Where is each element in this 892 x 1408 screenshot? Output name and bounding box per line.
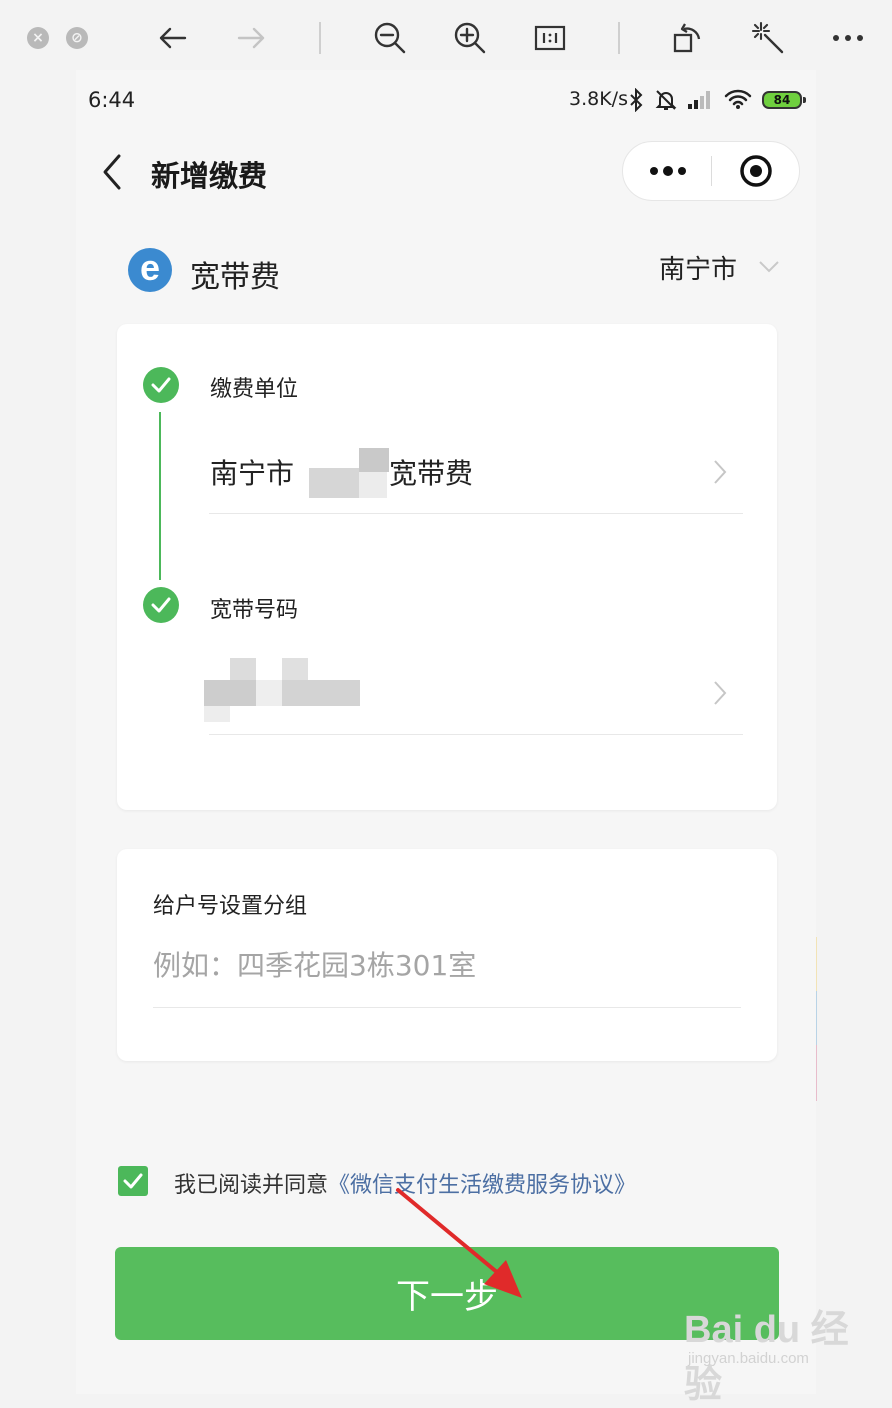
- check-circle-icon: [143, 587, 179, 623]
- payment-unit-suffix: 宽带费: [389, 457, 474, 490]
- redacted-block: [256, 680, 282, 706]
- redacted-block: [359, 472, 387, 498]
- agreement-checkbox[interactable]: [118, 1166, 148, 1196]
- target-circle-icon: [739, 155, 772, 187]
- redacted-block: [359, 448, 389, 472]
- redacted-block: [282, 658, 308, 680]
- divider-line: [209, 734, 743, 735]
- zoom-out-icon[interactable]: [370, 20, 410, 56]
- group-title: 给户号设置分组: [153, 894, 308, 919]
- mute-bell-icon: [654, 88, 678, 116]
- minimize-icon[interactable]: ⊘: [66, 27, 88, 49]
- chevron-right-icon: [713, 459, 727, 489]
- zoom-in-icon[interactable]: [450, 20, 490, 56]
- close-mini-program-button[interactable]: [712, 142, 799, 200]
- chevron-down-icon[interactable]: [758, 259, 780, 278]
- step-connector-line: [159, 412, 161, 580]
- checkmark-icon: [123, 1173, 143, 1189]
- back-button[interactable]: [98, 150, 128, 194]
- watermark-url: jingyan.baidu.com: [688, 1350, 809, 1367]
- more-dots-icon: [649, 166, 686, 176]
- broadband-e-icon: e: [128, 248, 172, 292]
- redacted-block: [204, 680, 256, 706]
- redacted-block: [204, 706, 230, 722]
- status-time: 6:44: [88, 88, 136, 112]
- actual-size-icon[interactable]: [530, 20, 570, 56]
- check-circle-icon: [143, 367, 179, 403]
- divider-line: [209, 513, 743, 514]
- redacted-block: [309, 468, 359, 498]
- back-arrow-icon[interactable]: [152, 20, 192, 56]
- redacted-block: [230, 658, 256, 680]
- rotate-icon[interactable]: [668, 20, 708, 56]
- page-title: 新增缴费: [151, 159, 268, 193]
- image-viewer-toolbar: × ⊘: [0, 0, 892, 78]
- mini-program-capsule: [622, 141, 800, 201]
- agreement-prefix: 我已阅读并同意: [174, 1173, 329, 1198]
- forward-arrow-icon[interactable]: [232, 20, 272, 56]
- chevron-left-icon: [103, 154, 121, 190]
- phone-screen: 6:44 3.8K/s 84 新增缴费 e 宽带费 南宁市 缴费单位 南宁市 宽…: [76, 70, 816, 1394]
- payment-unit-label: 缴费单位: [210, 377, 299, 402]
- toolbar-divider: [319, 22, 321, 54]
- payment-unit-prefix: 南宁市: [210, 457, 295, 490]
- divider-line: [153, 1007, 741, 1008]
- baidu-jingyan-watermark: Bai du 经验 jingyan.baidu.com: [684, 1296, 874, 1406]
- navigation-bar: 新增缴费: [76, 132, 816, 212]
- payment-info-card: 缴费单位 南宁市 宽带费 宽带号码: [117, 324, 777, 810]
- more-icon[interactable]: [828, 20, 868, 56]
- status-bar: 6:44 3.8K/s 84: [76, 70, 816, 132]
- group-card: 给户号设置分组: [117, 849, 777, 1061]
- magic-wand-icon[interactable]: [748, 20, 788, 56]
- service-name: 宽带费: [190, 260, 280, 295]
- signal-icon: [687, 88, 713, 114]
- network-speed: 3.8K/s: [569, 88, 628, 110]
- red-arrow-annotation: [396, 1188, 522, 1298]
- chevron-right-icon: [713, 680, 727, 710]
- city-select[interactable]: 南宁市: [659, 249, 737, 286]
- wifi-icon: [724, 88, 752, 114]
- broadband-number-label: 宽带号码: [210, 598, 299, 623]
- battery-indicator: 84: [762, 91, 806, 109]
- close-icon[interactable]: ×: [27, 27, 49, 49]
- redacted-block: [282, 680, 360, 706]
- toolbar-divider: [618, 22, 620, 54]
- bluetooth-icon: [629, 87, 643, 116]
- service-header: e 宽带费 南宁市: [76, 235, 816, 305]
- group-name-input[interactable]: [153, 943, 741, 987]
- more-menu-button[interactable]: [623, 142, 712, 200]
